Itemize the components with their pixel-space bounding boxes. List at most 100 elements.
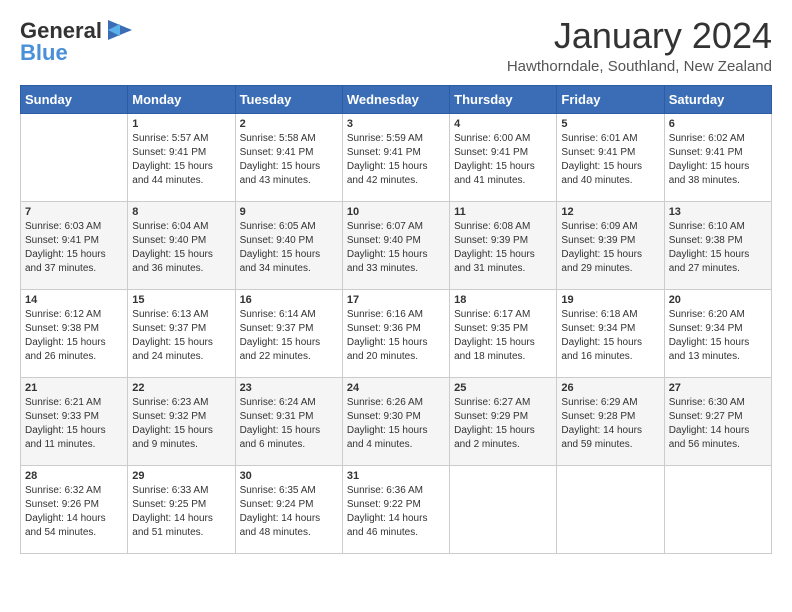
calendar-cell: 15 Sunrise: 6:13 AMSunset: 9:37 PMDaylig…: [128, 289, 235, 377]
day-info: Sunrise: 6:35 AMSunset: 9:24 PMDaylight:…: [240, 485, 321, 538]
calendar-cell: 30 Sunrise: 6:35 AMSunset: 9:24 PMDaylig…: [235, 465, 342, 553]
day-info: Sunrise: 5:59 AMSunset: 9:41 PMDaylight:…: [347, 133, 428, 186]
day-info: Sunrise: 5:58 AMSunset: 9:41 PMDaylight:…: [240, 133, 321, 186]
calendar-cell: 23 Sunrise: 6:24 AMSunset: 9:31 PMDaylig…: [235, 377, 342, 465]
day-info: Sunrise: 6:01 AMSunset: 9:41 PMDaylight:…: [561, 133, 642, 186]
calendar-cell: 21 Sunrise: 6:21 AMSunset: 9:33 PMDaylig…: [21, 377, 128, 465]
week-row-1: 1 Sunrise: 5:57 AMSunset: 9:41 PMDayligh…: [21, 113, 772, 201]
day-number: 23: [240, 382, 338, 394]
weekday-header-saturday: Saturday: [664, 85, 771, 113]
weekday-header-row: SundayMondayTuesdayWednesdayThursdayFrid…: [21, 85, 772, 113]
day-number: 18: [454, 294, 552, 306]
calendar-cell: 27 Sunrise: 6:30 AMSunset: 9:27 PMDaylig…: [664, 377, 771, 465]
logo-blue-text: Blue: [20, 40, 68, 66]
day-number: 9: [240, 206, 338, 218]
week-row-4: 21 Sunrise: 6:21 AMSunset: 9:33 PMDaylig…: [21, 377, 772, 465]
day-number: 12: [561, 206, 659, 218]
day-info: Sunrise: 6:20 AMSunset: 9:34 PMDaylight:…: [669, 309, 750, 362]
day-number: 30: [240, 470, 338, 482]
day-number: 26: [561, 382, 659, 394]
calendar-cell: 9 Sunrise: 6:05 AMSunset: 9:40 PMDayligh…: [235, 201, 342, 289]
calendar-cell: 10 Sunrise: 6:07 AMSunset: 9:40 PMDaylig…: [342, 201, 449, 289]
calendar-cell: 31 Sunrise: 6:36 AMSunset: 9:22 PMDaylig…: [342, 465, 449, 553]
day-number: 11: [454, 206, 552, 218]
calendar-cell: 24 Sunrise: 6:26 AMSunset: 9:30 PMDaylig…: [342, 377, 449, 465]
calendar-cell: [21, 113, 128, 201]
day-number: 5: [561, 118, 659, 130]
day-info: Sunrise: 6:16 AMSunset: 9:36 PMDaylight:…: [347, 309, 428, 362]
week-row-2: 7 Sunrise: 6:03 AMSunset: 9:41 PMDayligh…: [21, 201, 772, 289]
day-number: 4: [454, 118, 552, 130]
calendar-body: 1 Sunrise: 5:57 AMSunset: 9:41 PMDayligh…: [21, 113, 772, 553]
location: Hawthorndale, Southland, New Zealand: [507, 58, 772, 75]
day-number: 22: [132, 382, 230, 394]
calendar-cell: 17 Sunrise: 6:16 AMSunset: 9:36 PMDaylig…: [342, 289, 449, 377]
day-number: 14: [25, 294, 123, 306]
day-number: 28: [25, 470, 123, 482]
day-info: Sunrise: 6:17 AMSunset: 9:35 PMDaylight:…: [454, 309, 535, 362]
weekday-header-wednesday: Wednesday: [342, 85, 449, 113]
day-number: 20: [669, 294, 767, 306]
calendar-cell: 8 Sunrise: 6:04 AMSunset: 9:40 PMDayligh…: [128, 201, 235, 289]
calendar-table: SundayMondayTuesdayWednesdayThursdayFrid…: [20, 85, 772, 554]
day-info: Sunrise: 6:12 AMSunset: 9:38 PMDaylight:…: [25, 309, 106, 362]
day-info: Sunrise: 6:13 AMSunset: 9:37 PMDaylight:…: [132, 309, 213, 362]
calendar-cell: 16 Sunrise: 6:14 AMSunset: 9:37 PMDaylig…: [235, 289, 342, 377]
day-number: 7: [25, 206, 123, 218]
day-info: Sunrise: 6:14 AMSunset: 9:37 PMDaylight:…: [240, 309, 321, 362]
day-info: Sunrise: 6:05 AMSunset: 9:40 PMDaylight:…: [240, 221, 321, 274]
day-info: Sunrise: 6:26 AMSunset: 9:30 PMDaylight:…: [347, 397, 428, 450]
logo-icon: [104, 16, 132, 44]
title-block: January 2024 Hawthorndale, Southland, Ne…: [507, 16, 772, 75]
day-info: Sunrise: 6:29 AMSunset: 9:28 PMDaylight:…: [561, 397, 642, 450]
calendar-cell: 4 Sunrise: 6:00 AMSunset: 9:41 PMDayligh…: [450, 113, 557, 201]
day-number: 24: [347, 382, 445, 394]
day-info: Sunrise: 6:03 AMSunset: 9:41 PMDaylight:…: [25, 221, 106, 274]
day-number: 17: [347, 294, 445, 306]
week-row-5: 28 Sunrise: 6:32 AMSunset: 9:26 PMDaylig…: [21, 465, 772, 553]
day-number: 21: [25, 382, 123, 394]
calendar-cell: [450, 465, 557, 553]
weekday-header-monday: Monday: [128, 85, 235, 113]
calendar-cell: 18 Sunrise: 6:17 AMSunset: 9:35 PMDaylig…: [450, 289, 557, 377]
calendar-cell: 22 Sunrise: 6:23 AMSunset: 9:32 PMDaylig…: [128, 377, 235, 465]
day-number: 16: [240, 294, 338, 306]
day-info: Sunrise: 6:36 AMSunset: 9:22 PMDaylight:…: [347, 485, 428, 538]
calendar-cell: 12 Sunrise: 6:09 AMSunset: 9:39 PMDaylig…: [557, 201, 664, 289]
logo: General Blue: [20, 16, 132, 66]
day-info: Sunrise: 6:30 AMSunset: 9:27 PMDaylight:…: [669, 397, 750, 450]
day-number: 19: [561, 294, 659, 306]
calendar-cell: [664, 465, 771, 553]
day-number: 6: [669, 118, 767, 130]
calendar-cell: 20 Sunrise: 6:20 AMSunset: 9:34 PMDaylig…: [664, 289, 771, 377]
day-info: Sunrise: 6:23 AMSunset: 9:32 PMDaylight:…: [132, 397, 213, 450]
day-info: Sunrise: 6:10 AMSunset: 9:38 PMDaylight:…: [669, 221, 750, 274]
week-row-3: 14 Sunrise: 6:12 AMSunset: 9:38 PMDaylig…: [21, 289, 772, 377]
weekday-header-tuesday: Tuesday: [235, 85, 342, 113]
day-number: 10: [347, 206, 445, 218]
calendar-cell: 3 Sunrise: 5:59 AMSunset: 9:41 PMDayligh…: [342, 113, 449, 201]
calendar-cell: 7 Sunrise: 6:03 AMSunset: 9:41 PMDayligh…: [21, 201, 128, 289]
calendar-cell: 14 Sunrise: 6:12 AMSunset: 9:38 PMDaylig…: [21, 289, 128, 377]
day-info: Sunrise: 6:33 AMSunset: 9:25 PMDaylight:…: [132, 485, 213, 538]
day-number: 31: [347, 470, 445, 482]
weekday-header-thursday: Thursday: [450, 85, 557, 113]
weekday-header-sunday: Sunday: [21, 85, 128, 113]
page-header: General Blue January 2024 Hawthorndale, …: [20, 16, 772, 75]
calendar-cell: 28 Sunrise: 6:32 AMSunset: 9:26 PMDaylig…: [21, 465, 128, 553]
calendar-cell: 29 Sunrise: 6:33 AMSunset: 9:25 PMDaylig…: [128, 465, 235, 553]
day-number: 13: [669, 206, 767, 218]
weekday-header-friday: Friday: [557, 85, 664, 113]
day-info: Sunrise: 6:27 AMSunset: 9:29 PMDaylight:…: [454, 397, 535, 450]
day-number: 25: [454, 382, 552, 394]
day-number: 2: [240, 118, 338, 130]
day-info: Sunrise: 6:08 AMSunset: 9:39 PMDaylight:…: [454, 221, 535, 274]
day-info: Sunrise: 6:32 AMSunset: 9:26 PMDaylight:…: [25, 485, 106, 538]
day-number: 3: [347, 118, 445, 130]
month-title: January 2024: [507, 16, 772, 56]
day-info: Sunrise: 6:00 AMSunset: 9:41 PMDaylight:…: [454, 133, 535, 186]
day-info: Sunrise: 6:04 AMSunset: 9:40 PMDaylight:…: [132, 221, 213, 274]
day-number: 15: [132, 294, 230, 306]
day-info: Sunrise: 5:57 AMSunset: 9:41 PMDaylight:…: [132, 133, 213, 186]
day-number: 8: [132, 206, 230, 218]
